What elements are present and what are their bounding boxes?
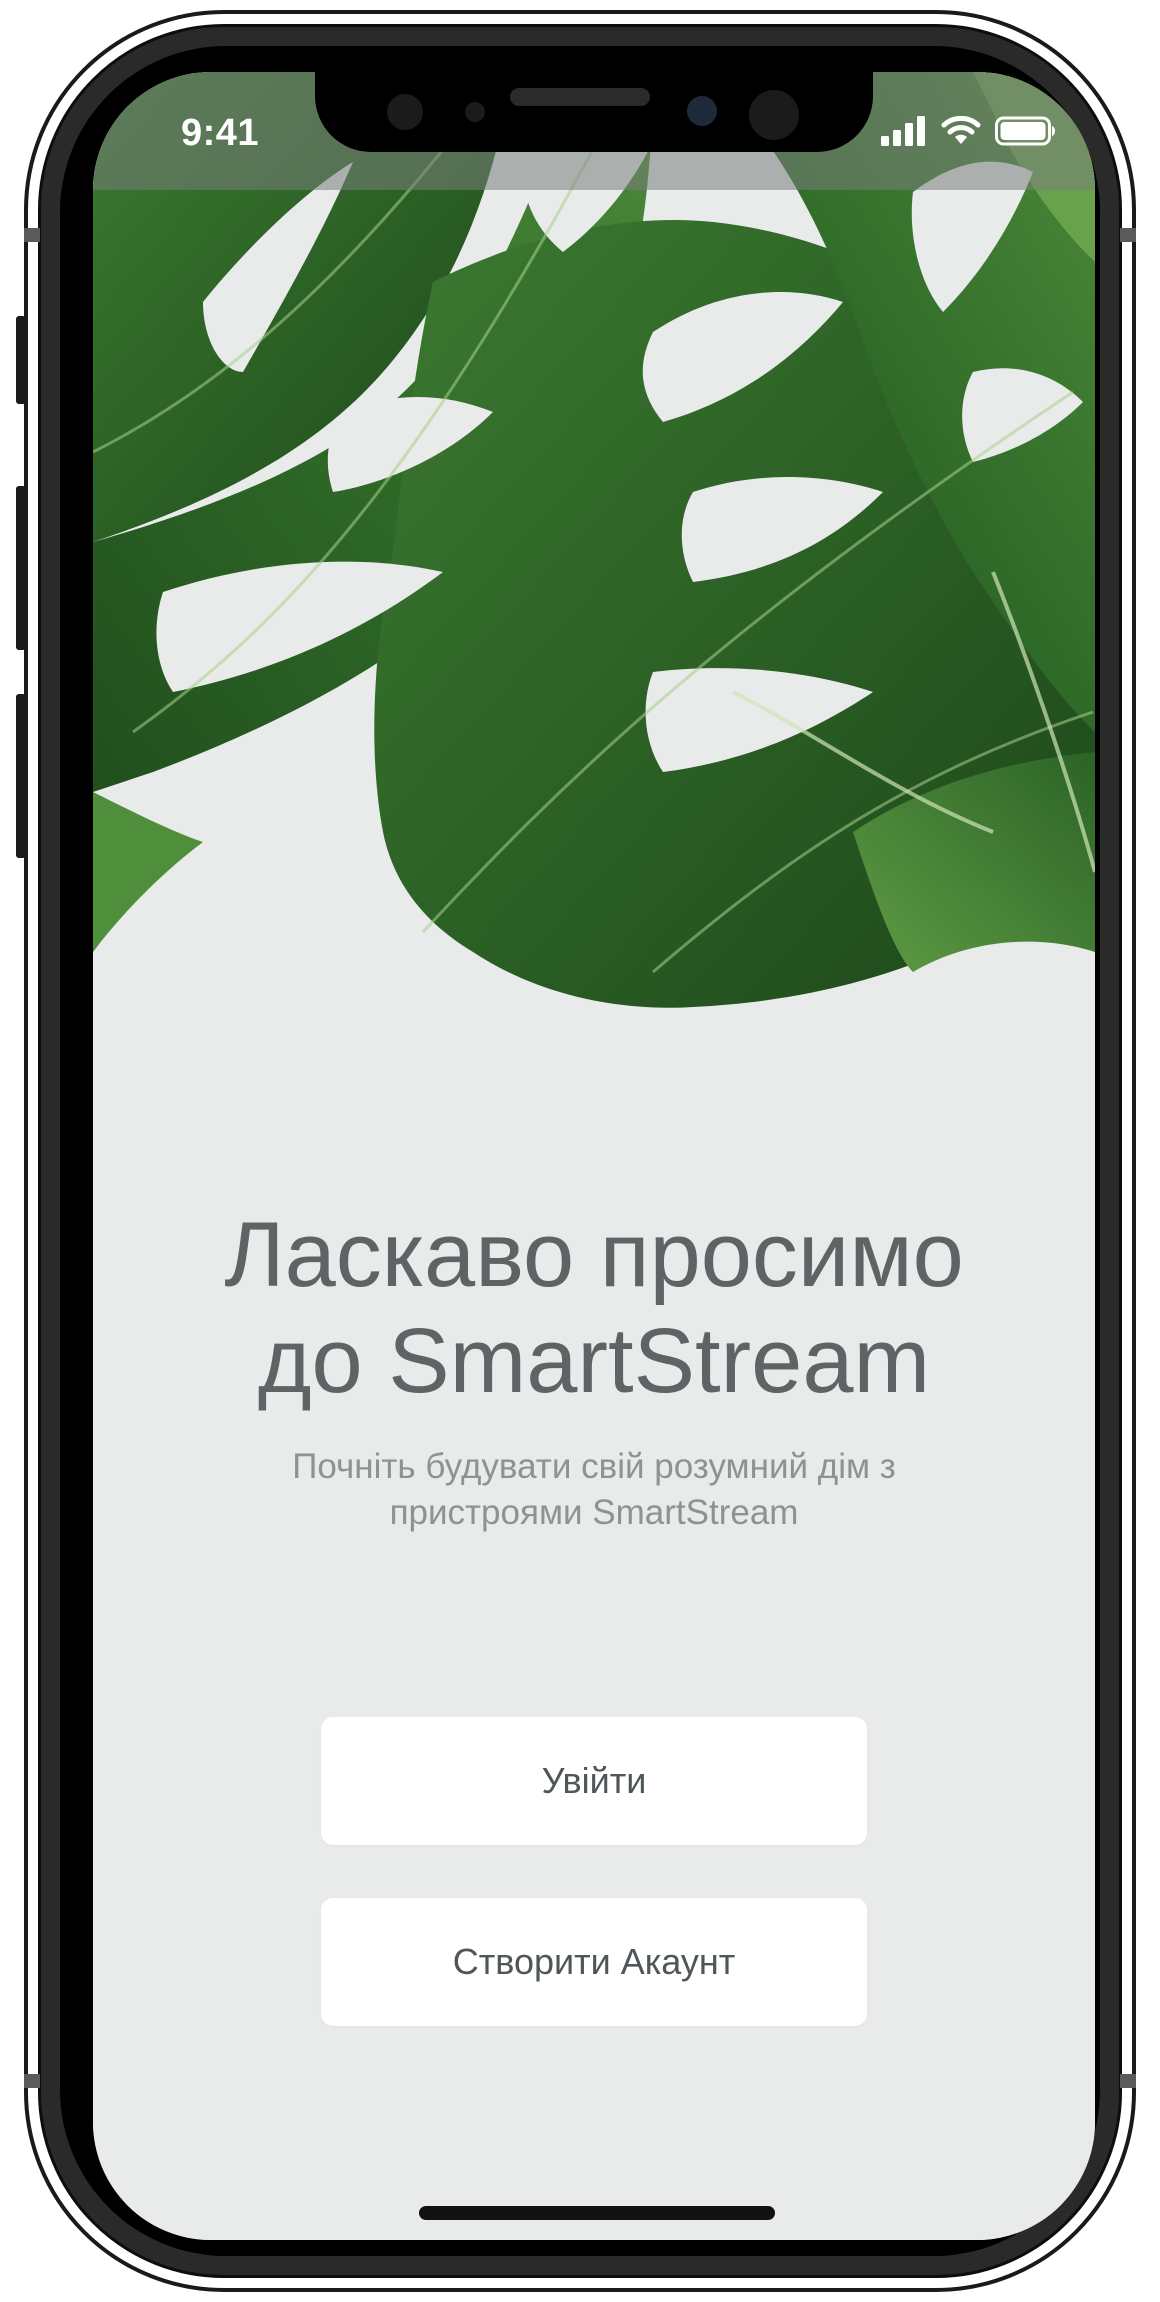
proximity-sensor (387, 94, 423, 130)
antenna-line-left-top (24, 228, 40, 242)
antenna-line-left-bottom (24, 2074, 40, 2088)
welcome-subtitle-line-1: Почніть будувати свій розумний дім з (292, 1447, 896, 1486)
device-notch (315, 72, 873, 152)
status-time: 9:41 (181, 112, 260, 154)
antenna-line-right-top (1120, 228, 1136, 242)
ambient-sensor (465, 102, 485, 122)
device-mockup: 9:41 Ласкаво просимо до SmartStream Почн… (0, 0, 1160, 2302)
login-button[interactable]: Увійти (321, 1717, 867, 1845)
create-account-button[interactable]: Створити Акаунт (321, 1898, 867, 2026)
battery-icon (995, 116, 1055, 146)
home-indicator[interactable] (419, 2206, 775, 2220)
dot-projector (749, 90, 799, 140)
welcome-title-line-1: Ласкаво просимо (224, 1204, 964, 1306)
welcome-screen: 9:41 Ласкаво просимо до SmartStream Почн… (93, 72, 1095, 2240)
welcome-subtitle-line-2: пристроями SmartStream (389, 1493, 799, 1532)
welcome-title-line-2: до SmartStream (257, 1310, 931, 1412)
antenna-line-right-bottom (1120, 2074, 1136, 2088)
welcome-title: Ласкаво просимо до SmartStream (93, 1202, 1095, 1414)
earpiece-speaker (510, 88, 650, 106)
front-camera (687, 96, 717, 126)
welcome-subtitle: Почніть будувати свій розумний дім з при… (93, 1444, 1095, 1536)
wifi-icon (941, 116, 981, 144)
cellular-signal-icon (881, 116, 925, 146)
status-icons (881, 116, 1057, 146)
